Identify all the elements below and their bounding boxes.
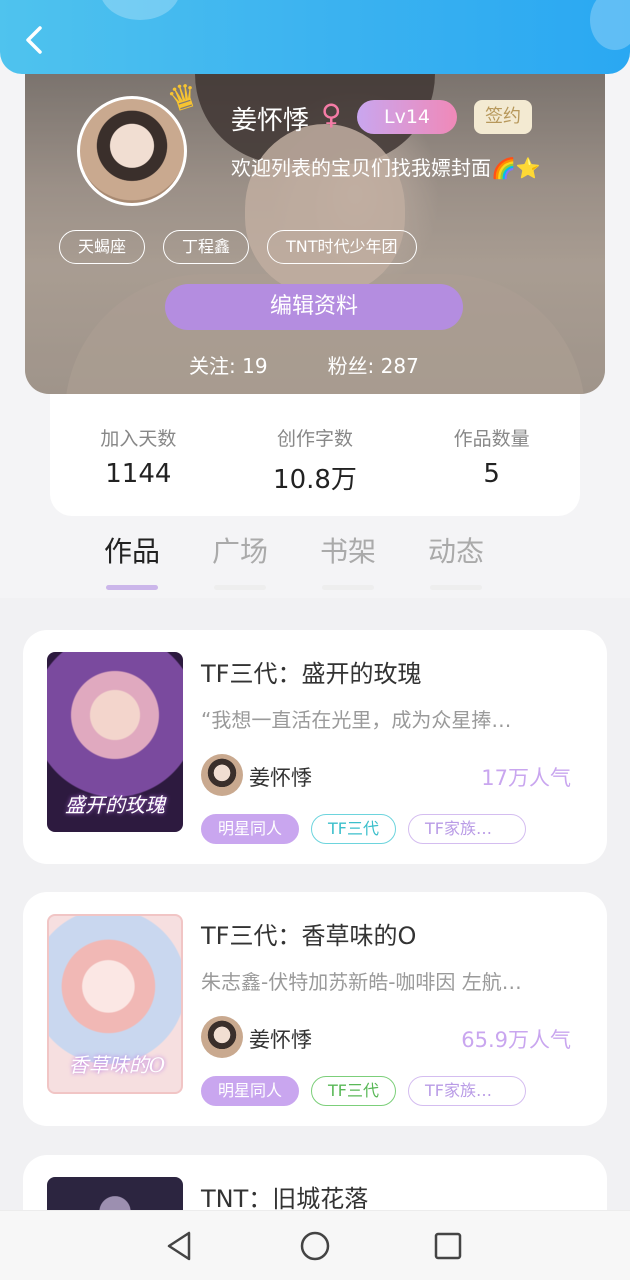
- fans-count[interactable]: 粉丝: 287: [328, 350, 419, 379]
- profile-tag[interactable]: TNT时代少年团: [267, 230, 417, 264]
- work-tag[interactable]: TF三代: [311, 814, 396, 844]
- tab-bookshelf[interactable]: 书架: [316, 530, 380, 590]
- stat-work-count: 作品数量 5: [453, 428, 530, 489]
- author-avatar: [201, 1016, 243, 1058]
- signed-badge: 签约: [474, 100, 532, 134]
- work-card[interactable]: 香草味的O TF三代：香草味的O 朱志鑫-伏特加苏新皓-咖啡因 左航… 姜怀悸 …: [23, 892, 607, 1126]
- profile-tag[interactable]: 丁程鑫: [163, 230, 250, 264]
- work-popularity: 17万人气: [481, 766, 571, 790]
- nickname: 姜怀悸: [231, 106, 310, 136]
- avatar[interactable]: [77, 96, 187, 206]
- female-icon: ♀: [321, 98, 342, 131]
- top-bar: [0, 0, 630, 74]
- author-avatar: [201, 754, 243, 796]
- level-badge: Lv14: [357, 100, 457, 134]
- tab-activity[interactable]: 动态: [424, 530, 488, 590]
- profile-header: ♛ 姜怀悸 ♀ Lv14 签约 欢迎列表的宝贝们找我嫖封面🌈⭐ 天蝎座 丁程鑫 …: [25, 74, 605, 394]
- system-nav-bar: [0, 1210, 630, 1280]
- follow-stats: 关注: 19 粉丝: 287: [189, 350, 419, 379]
- work-tag[interactable]: 明星同人: [201, 814, 300, 844]
- triangle-back-icon[interactable]: [163, 1229, 197, 1263]
- work-tags: 明星同人 TF三代 TF家族…: [201, 814, 526, 844]
- tab-works[interactable]: 作品: [100, 530, 164, 590]
- profile-tags: 天蝎座 丁程鑫 TNT时代少年团: [59, 230, 417, 264]
- work-title: TF三代：香草味的O: [201, 922, 417, 950]
- edit-profile-button[interactable]: 编辑资料: [165, 284, 463, 330]
- author-name: 姜怀悸: [249, 766, 312, 790]
- profile-tabs: 作品 广场 书架 动态: [100, 530, 488, 590]
- back-arrow-icon[interactable]: [18, 22, 50, 58]
- stat-word-count: 创作字数 10.8万: [273, 428, 357, 495]
- decor-bubble: [100, 0, 180, 20]
- work-tag[interactable]: TF家族…: [408, 814, 526, 844]
- profile-intro: 欢迎列表的宝贝们找我嫖封面🌈⭐: [231, 156, 541, 180]
- circle-home-icon[interactable]: [298, 1229, 332, 1263]
- work-tags: 明星同人 TF三代 TF家族…: [201, 1076, 526, 1106]
- work-cover[interactable]: 盛开的玫瑰: [47, 652, 183, 832]
- work-card[interactable]: 盛开的玫瑰 TF三代：盛开的玫瑰 “我想一直活在光里，成为众星捧… 姜怀悸 17…: [23, 630, 607, 864]
- tab-indicator: [106, 585, 158, 590]
- following-count[interactable]: 关注: 19: [189, 350, 268, 379]
- work-title: TF三代：盛开的玫瑰: [201, 660, 422, 688]
- work-cover[interactable]: 香草味的O: [47, 914, 183, 1094]
- decor-bubble: [590, 0, 630, 50]
- square-recent-icon[interactable]: [431, 1229, 465, 1263]
- stats-panel: 加入天数 1144 创作字数 10.8万 作品数量 5: [50, 394, 580, 516]
- work-title: TNT：旧城花落: [201, 1185, 369, 1213]
- work-tag[interactable]: TF三代: [311, 1076, 396, 1106]
- profile-tag[interactable]: 天蝎座: [59, 230, 146, 264]
- work-description: 朱志鑫-伏特加苏新皓-咖啡因 左航…: [201, 970, 522, 994]
- work-popularity: 65.9万人气: [461, 1028, 571, 1052]
- work-tag[interactable]: TF家族…: [408, 1076, 526, 1106]
- tab-square[interactable]: 广场: [208, 530, 272, 590]
- stat-join-days: 加入天数 1144: [100, 428, 177, 489]
- work-tag[interactable]: 明星同人: [201, 1076, 300, 1106]
- author-name: 姜怀悸: [249, 1028, 312, 1052]
- work-description: “我想一直活在光里，成为众星捧…: [201, 708, 512, 732]
